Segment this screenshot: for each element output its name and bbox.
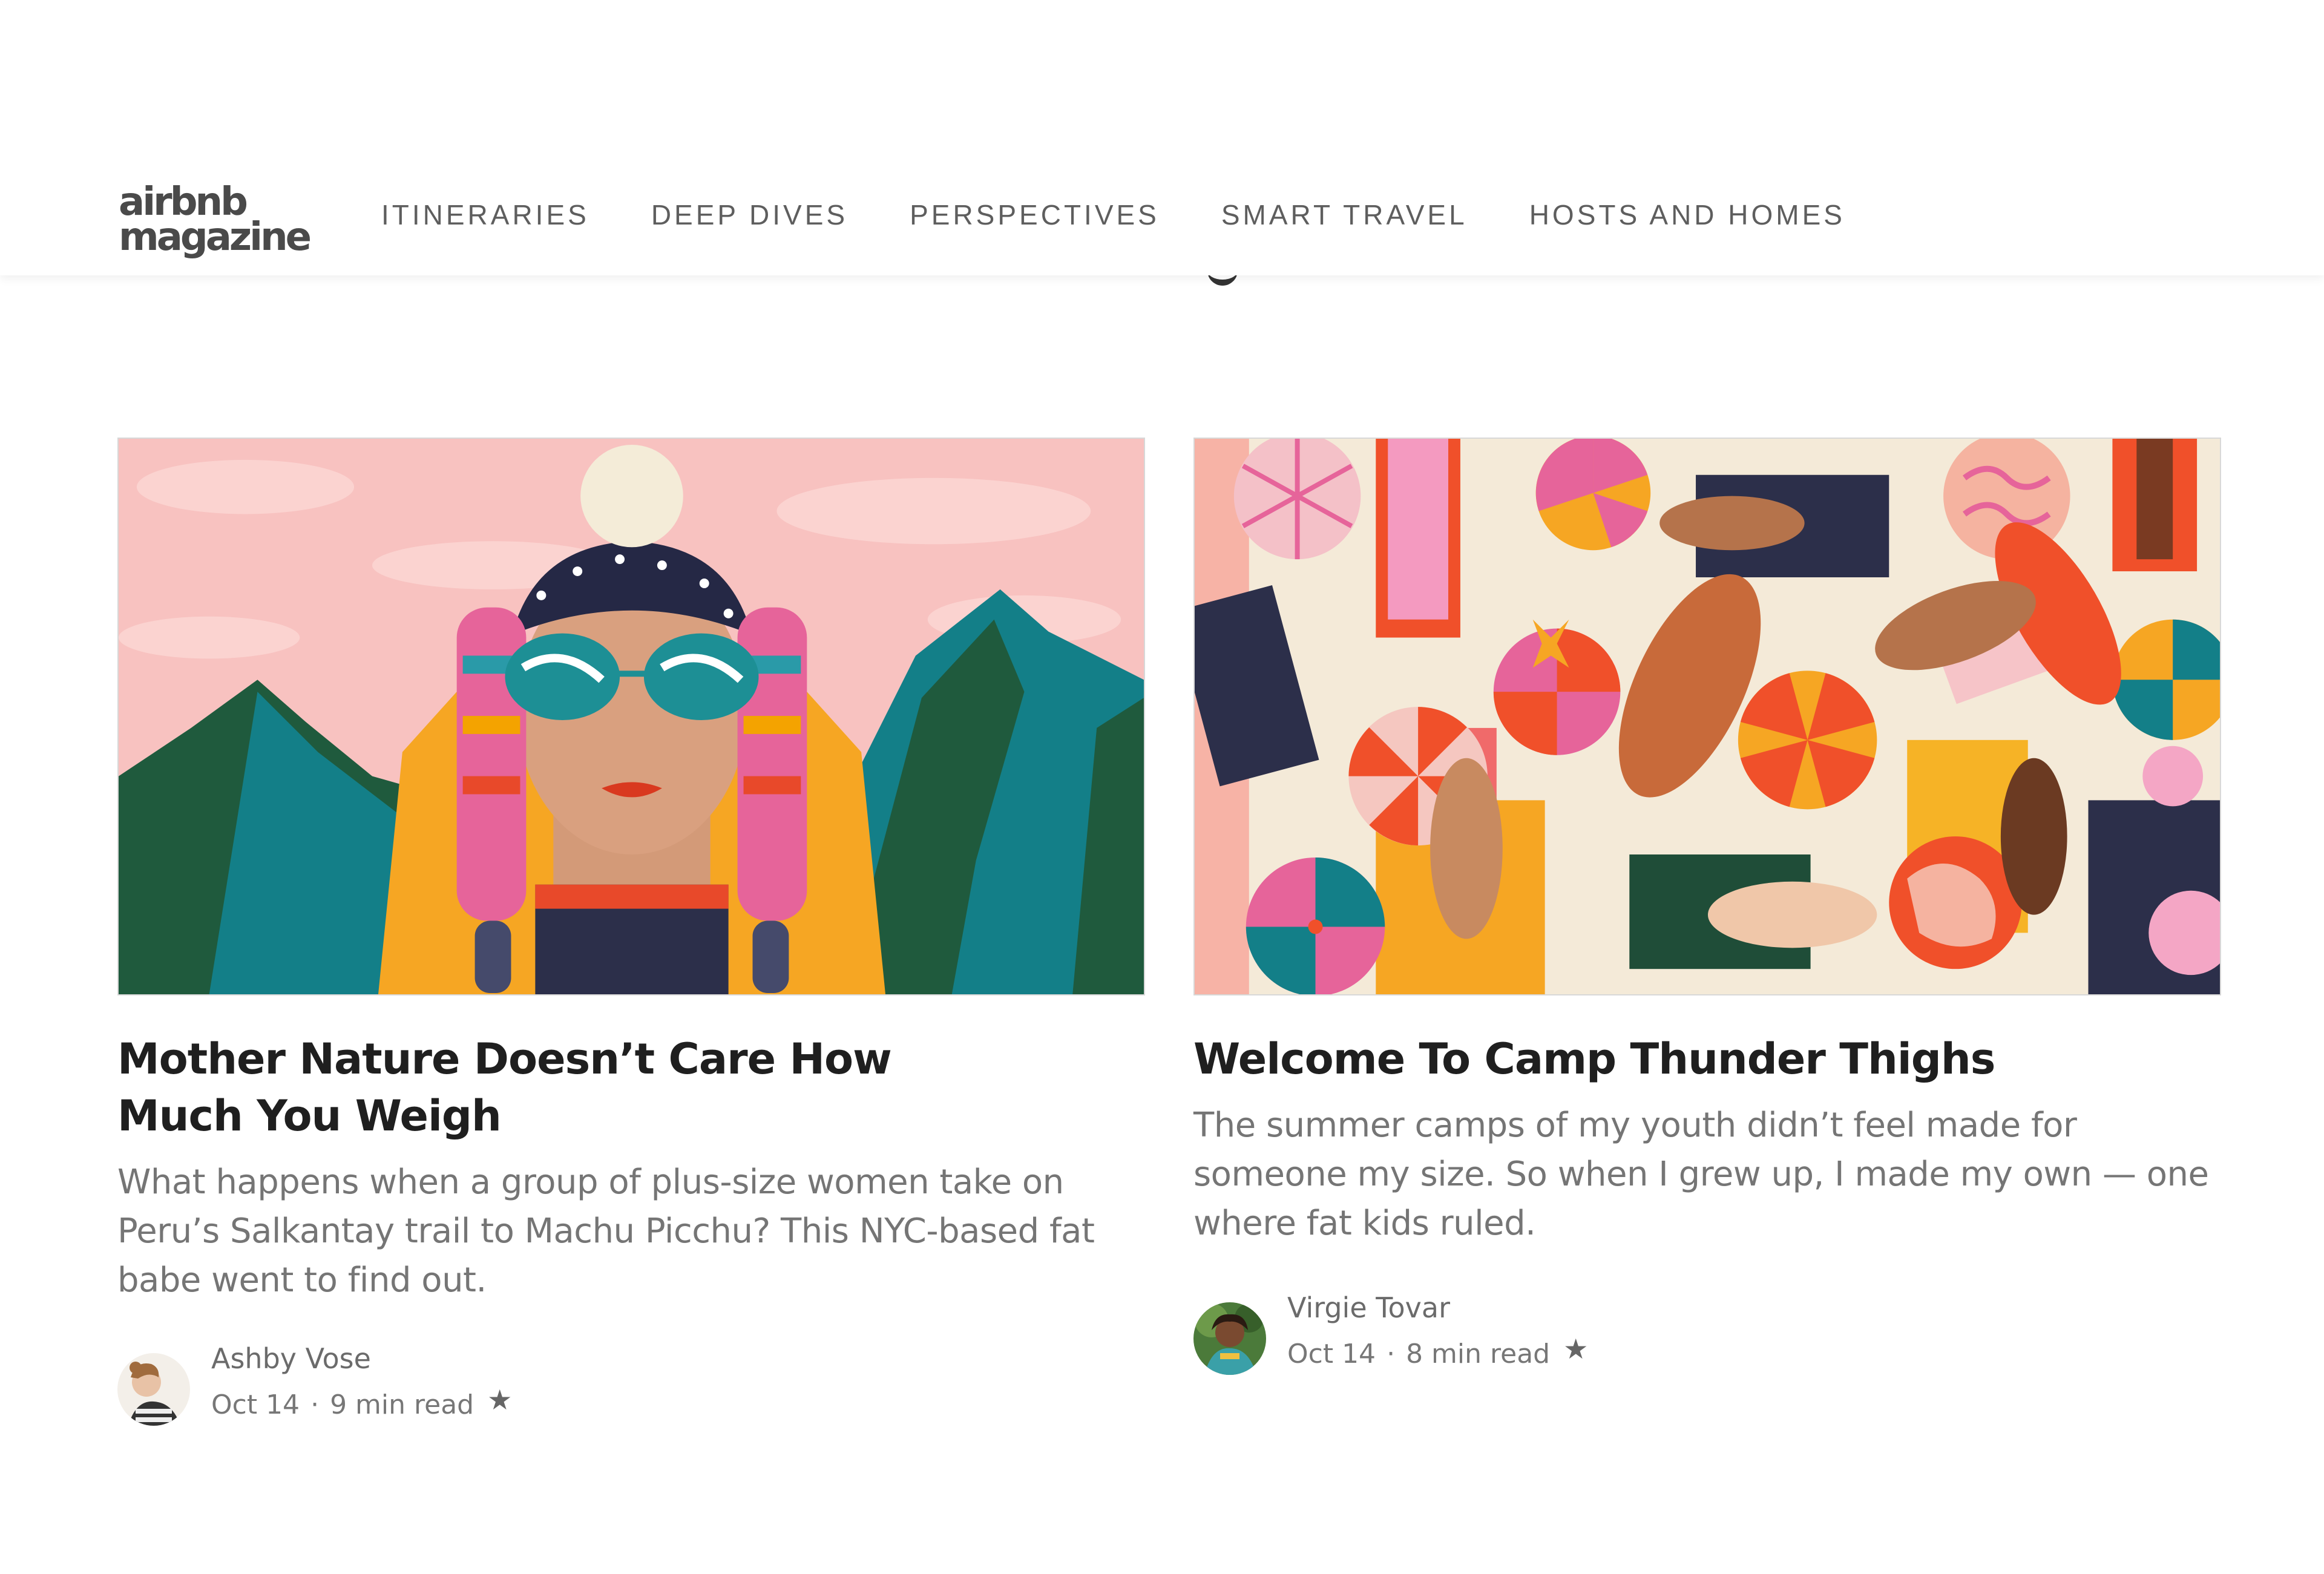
publish-date: Oct 14 xyxy=(211,1389,300,1420)
publish-date: Oct 14 xyxy=(1287,1338,1376,1369)
article-meta: Oct 14 · 9 min read ★ xyxy=(211,1383,512,1421)
article-title[interactable]: Mother Nature Doesn’t Care How Much You … xyxy=(117,1031,1025,1144)
site-header: airbnb magazine ITINERARIES DEEP DIVES P… xyxy=(0,0,2324,275)
nav-item-itineraries[interactable]: ITINERARIES xyxy=(381,198,589,231)
author-name[interactable]: Ashby Vose xyxy=(211,1342,371,1375)
read-time: 8 min read xyxy=(1406,1338,1551,1369)
author-byline: Virgie Tovar Oct 14 · 8 min read ★ xyxy=(1193,1291,2221,1387)
read-time: 9 min read xyxy=(330,1389,474,1420)
article-card: Welcome To Camp Thunder Thighs The summe… xyxy=(1193,438,2221,1387)
logo-line-2: magazine xyxy=(119,215,312,260)
article-excerpt[interactable]: The summer camps of my youth didn’t feel… xyxy=(1193,1101,2221,1248)
author-byline: Ashby Vose Oct 14 · 9 min read ★ xyxy=(117,1342,1145,1438)
avatar[interactable] xyxy=(1193,1302,1266,1375)
author-name[interactable]: Virgie Tovar xyxy=(1287,1291,1450,1324)
nav-item-smart-travel[interactable]: SMART TRAVEL xyxy=(1221,198,1468,231)
article-illustration-beach[interactable] xyxy=(1193,438,2221,995)
meta-separator: · xyxy=(310,1389,320,1420)
airbnb-magazine-logo[interactable]: airbnb magazine xyxy=(119,183,312,260)
article-excerpt[interactable]: What happens when a group of plus-size w… xyxy=(117,1158,1145,1305)
nav-item-deep-dives[interactable]: DEEP DIVES xyxy=(651,198,848,231)
article-title[interactable]: Welcome To Camp Thunder Thighs xyxy=(1193,1031,2221,1087)
nav-item-perspectives[interactable]: PERSPECTIVES xyxy=(910,198,1160,231)
article-illustration-hiker[interactable] xyxy=(117,438,1145,995)
nav-item-hosts-and-homes[interactable]: HOSTS AND HOMES xyxy=(1529,198,1845,231)
article-card: Mother Nature Doesn’t Care How Much You … xyxy=(117,438,1145,1438)
avatar[interactable] xyxy=(117,1353,190,1426)
star-icon[interactable]: ★ xyxy=(1563,1333,1588,1365)
meta-separator: · xyxy=(1387,1338,1396,1369)
main-nav: ITINERARIES DEEP DIVES PERSPECTIVES SMAR… xyxy=(381,198,1845,231)
star-icon[interactable]: ★ xyxy=(487,1383,512,1416)
article-meta: Oct 14 · 8 min read ★ xyxy=(1287,1333,1588,1370)
